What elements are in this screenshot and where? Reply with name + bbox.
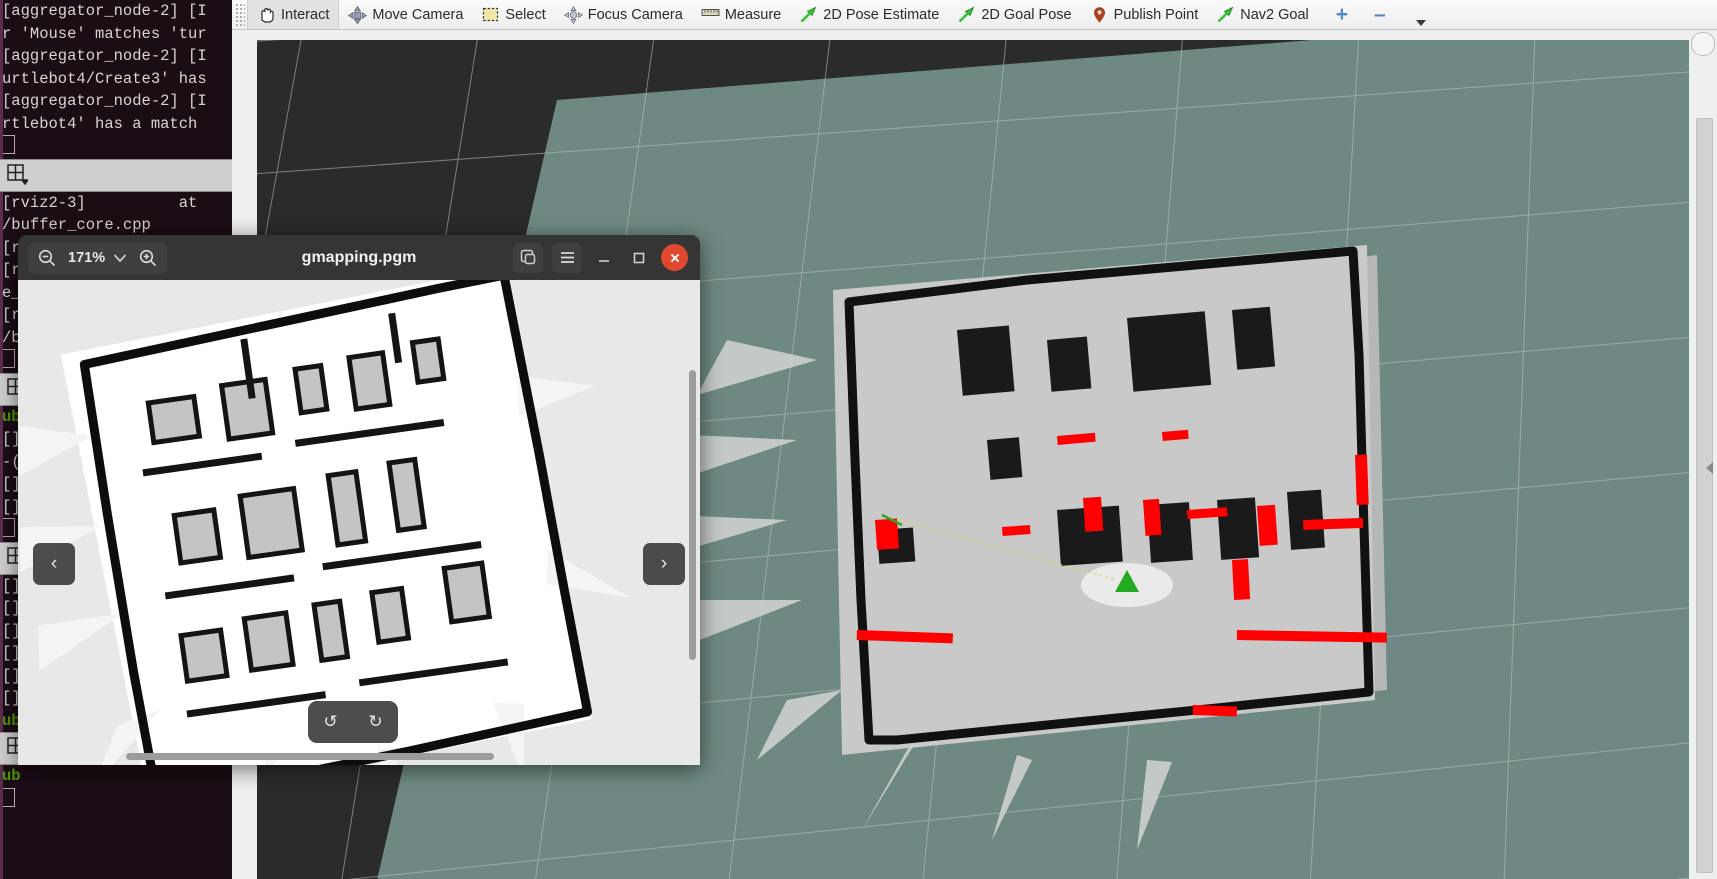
- terminal-cursor: [2, 135, 15, 154]
- main-menu-button[interactable]: [552, 242, 582, 273]
- toolbar-drag-handle[interactable]: [235, 3, 245, 26]
- chevron-down-icon[interactable]: [109, 253, 131, 263]
- image-viewer-canvas[interactable]: ‹ › ↺ ↻: [18, 280, 700, 765]
- panel-collapse-arrow-icon[interactable]: [1706, 462, 1713, 474]
- terminal-line: rtlebot4' has a match: [2, 114, 198, 133]
- terminal-cursor: [2, 349, 15, 368]
- previous-image-button[interactable]: ‹: [33, 543, 75, 585]
- grid-view-icon[interactable]: [6, 163, 28, 185]
- toolbar-overflow-icon[interactable]: [1416, 20, 1426, 26]
- image-viewer-window[interactable]: 171% gmapping.pgm ‹ › ↺ ↻: [18, 235, 700, 765]
- map-pin-icon: [1090, 6, 1109, 23]
- toolbar-item-2d-goal-pose[interactable]: 2D Goal Pose: [948, 0, 1080, 29]
- zoom-in-button[interactable]: [131, 243, 165, 273]
- terminal-line: [rviz2-3] at: [2, 193, 198, 212]
- image-viewer-titlebar[interactable]: 171% gmapping.pgm: [18, 235, 700, 280]
- terminal-line: [aggregator_node-2] [I: [2, 47, 207, 65]
- toolbar-item-label: Interact: [281, 6, 330, 23]
- toolbar-item-label: Nav2 Goal: [1240, 6, 1309, 23]
- measure-icon: [701, 6, 720, 23]
- zoom-out-button[interactable]: [30, 243, 64, 273]
- toolbar-item-label: Move Camera: [372, 6, 464, 23]
- rotate-ccw-button[interactable]: ↺: [323, 712, 337, 732]
- panel-corner-icon[interactable]: [1691, 32, 1715, 56]
- terminal-line: [0, 135, 253, 159]
- terminal-cursor: [2, 787, 15, 807]
- gmapping-map-render: [18, 280, 700, 765]
- minimize-button[interactable]: [591, 245, 617, 271]
- close-button[interactable]: [661, 244, 688, 271]
- focus-camera-icon: [563, 6, 583, 24]
- pose-arrow-icon: [957, 6, 976, 23]
- toolbar-item-label: 2D Pose Estimate: [823, 6, 940, 23]
- rviz-toolbar[interactable]: Interact Move Camera Select Focus Camera Mea…: [232, 0, 1717, 30]
- toolbar-item-measure[interactable]: Measure: [692, 0, 790, 29]
- remove-tool-button[interactable]: –: [1374, 4, 1386, 25]
- rviz-right-panel[interactable]: [1691, 30, 1717, 879]
- select-icon: [481, 6, 500, 23]
- rotate-controls[interactable]: ↺ ↻: [308, 701, 398, 743]
- zoom-level-label: 171%: [68, 249, 106, 266]
- toolbar-item-select[interactable]: Select: [472, 0, 554, 29]
- right-panel-scrollbar[interactable]: [1696, 118, 1713, 873]
- toolbar-item-2d-pose-estimate[interactable]: 2D Pose Estimate: [790, 0, 948, 29]
- terminal-line: ub: [2, 767, 21, 785]
- toolbar-item-label: Publish Point: [1113, 6, 1199, 23]
- terminal-line: /buffer_core.cpp: [2, 216, 151, 234]
- terminal-line: [aggregator_node-2] [I: [2, 2, 207, 20]
- zoom-controls[interactable]: 171%: [28, 241, 168, 274]
- hand-icon: [257, 6, 276, 23]
- toolbar-item-label: Measure: [724, 6, 782, 23]
- maximize-button[interactable]: [626, 245, 652, 271]
- viewer-vertical-scrollbar[interactable]: [689, 370, 696, 660]
- terminal-line: [aggregator_node-2] [I: [2, 92, 207, 110]
- toolbar-item-label: 2D Goal Pose: [981, 6, 1072, 23]
- viewer-horizontal-scrollbar[interactable]: [126, 753, 494, 760]
- terminal-cursor: [2, 518, 15, 537]
- toolbar-item-nav2-goal[interactable]: Nav2 Goal: [1207, 0, 1318, 29]
- terminal-line: [0, 787, 253, 812]
- toolbar-item-label: Select: [505, 6, 546, 23]
- terminal-tab-separator[interactable]: [0, 158, 253, 192]
- pose-arrow-icon: [1216, 6, 1235, 23]
- fullscreen-button[interactable]: [513, 242, 543, 273]
- next-image-button[interactable]: ›: [643, 543, 685, 585]
- terminal-line: urtlebot4/Create3' has: [2, 69, 207, 88]
- terminal-line: r 'Mouse' matches 'tur: [2, 24, 207, 43]
- toolbar-item-focus-camera[interactable]: Focus Camera: [555, 0, 692, 29]
- pgm-map-image: [18, 280, 700, 765]
- move-camera-icon: [348, 6, 368, 24]
- toolbar-item-move-camera[interactable]: Move Camera: [339, 0, 472, 29]
- toolbar-item-publish-point[interactable]: Publish Point: [1081, 0, 1208, 29]
- pose-arrow-icon: [799, 6, 818, 23]
- toolbar-item-label: Focus Camera: [587, 6, 683, 23]
- rotate-cw-button[interactable]: ↻: [368, 712, 382, 732]
- toolbar-item-interact[interactable]: Interact: [247, 0, 340, 29]
- add-tool-button[interactable]: +: [1336, 4, 1348, 25]
